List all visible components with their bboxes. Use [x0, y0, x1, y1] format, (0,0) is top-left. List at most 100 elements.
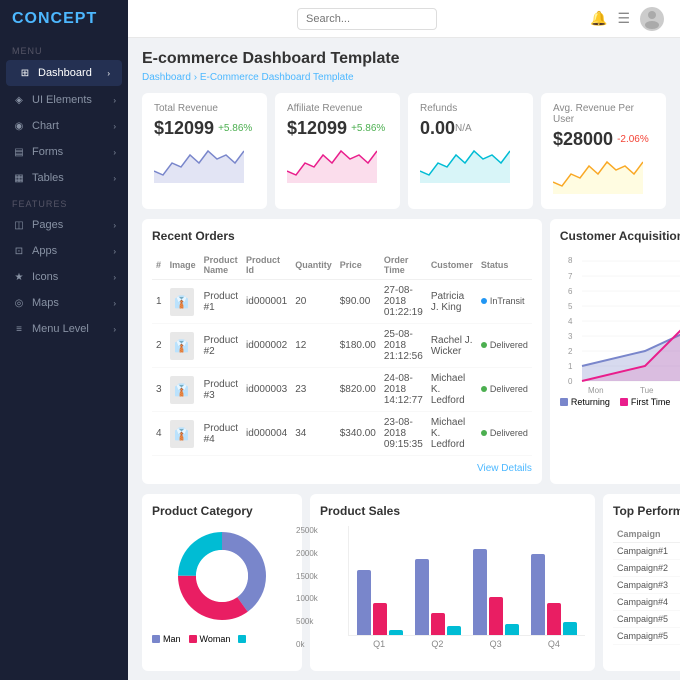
sparkline — [420, 143, 521, 188]
order-price: $180.00 — [336, 324, 380, 368]
table-row: 3 👔 Product #3 id000003 23 $820.00 24-08… — [152, 368, 532, 412]
icons-icon: ★ — [12, 270, 26, 284]
table-row: 2 👔 Product #2 id000002 12 $180.00 25-08… — [152, 324, 532, 368]
stat-header: Affiliate Revenue — [287, 103, 388, 118]
product-img: 👔 — [170, 288, 194, 316]
stat-value-row: $28000 -2.06% — [553, 129, 654, 150]
acquisition-chart: 8 7 6 5 4 3 2 1 0 — [560, 251, 680, 391]
camp-name: Campaign#5 — [613, 611, 680, 628]
legend-dot-returning — [560, 398, 568, 406]
order-time: 25-08-2018 21:12:56 — [380, 324, 427, 368]
col-time: Order Time — [380, 251, 427, 280]
dashboard-icon: ⊞ — [18, 66, 32, 80]
maps-icon: ◎ — [12, 296, 26, 310]
sidebar-item-chart[interactable]: ◉ Chart › — [0, 113, 128, 139]
order-image: 👔 — [166, 412, 200, 456]
grid-icon[interactable]: ☰ — [617, 10, 630, 27]
middle-row: Recent Orders # Image Product Name Produ… — [142, 219, 666, 484]
order-image: 👔 — [166, 280, 200, 324]
legend-kids — [238, 634, 249, 644]
sidebar-item-forms[interactable]: ▤ Forms › — [0, 139, 128, 165]
order-name: Product #2 — [200, 324, 242, 368]
orders-card: Recent Orders # Image Product Name Produ… — [142, 219, 542, 484]
features-section-label: FEATURES — [0, 191, 128, 212]
order-status: InTransit — [477, 280, 532, 324]
status-badge: Delivered — [481, 340, 528, 350]
chevron-icon-7: › — [113, 247, 116, 256]
list-item: Campaign#1 98,789 $4563 — [613, 543, 680, 560]
stat-label: Total Revenue — [154, 103, 218, 114]
stat-value: $12099 — [154, 118, 214, 139]
stat-header: Total Revenue — [154, 103, 255, 118]
bell-icon[interactable]: 🔔 — [590, 10, 607, 27]
product-img: 👔 — [170, 332, 194, 360]
sidebar-item-ui-elements[interactable]: ◈ UI Elements › — [0, 87, 128, 113]
order-status: Delivered — [477, 368, 532, 412]
order-num: 2 — [152, 324, 166, 368]
legend-woman: Woman — [189, 634, 231, 644]
menu-level-icon: ≡ — [12, 322, 26, 336]
order-image: 👔 — [166, 368, 200, 412]
status-badge: Delivered — [481, 428, 528, 438]
campaigns-title: Top Performing Campaigns — [613, 504, 680, 518]
order-image: 👔 — [166, 324, 200, 368]
sparkline — [154, 143, 255, 188]
bottom-row: Product Category Man — [142, 494, 666, 671]
sidebar-item-pages[interactable]: ◫ Pages › — [0, 212, 128, 238]
sidebar-label-icons: Icons — [32, 271, 58, 283]
sidebar-label-dashboard: Dashboard — [38, 67, 92, 79]
view-details-link[interactable]: View Details — [477, 463, 532, 474]
bar-woman — [489, 597, 503, 635]
search-input[interactable] — [297, 8, 437, 30]
chevron-icon-3: › — [113, 122, 116, 131]
sparkline — [553, 154, 654, 199]
bar-kids — [389, 630, 403, 635]
sidebar-item-tables[interactable]: ▦ Tables › — [0, 165, 128, 191]
status-dot — [481, 342, 487, 348]
order-qty: 12 — [291, 324, 336, 368]
order-customer: Michael K. Ledford — [427, 412, 477, 456]
forms-icon: ▤ — [12, 145, 26, 159]
campaign-details-link[interactable]: Details — [613, 649, 680, 661]
bar-group — [473, 549, 519, 635]
order-num: 3 — [152, 368, 166, 412]
sidebar-label-maps: Maps — [32, 297, 59, 309]
order-name: Product #3 — [200, 368, 242, 412]
stat-label: Refunds — [420, 103, 457, 114]
list-item: Campaign#5 10,000 $1000 — [613, 628, 680, 645]
product-img: 👔 — [170, 376, 194, 404]
sidebar-label-chart: Chart — [32, 120, 59, 132]
svg-text:6: 6 — [568, 287, 573, 296]
stat-cards: Total Revenue $12099 +5.86% Affiliate Re… — [142, 93, 666, 209]
order-qty: 20 — [291, 280, 336, 324]
order-customer: Michael K. Ledford — [427, 368, 477, 412]
breadcrumb: Dashboard › E-Commerce Dashboard Templat… — [142, 72, 666, 83]
sidebar-item-icons[interactable]: ★ Icons › — [0, 264, 128, 290]
apps-icon: ⊡ — [12, 244, 26, 258]
sidebar-label-menu-level: Menu Level — [32, 323, 89, 335]
bar-man — [415, 559, 429, 635]
sidebar-item-dashboard[interactable]: ⊞ Dashboard › — [6, 60, 122, 86]
view-details[interactable]: View Details — [152, 462, 532, 474]
bar-man — [357, 570, 371, 635]
product-sales-title: Product Sales — [320, 504, 585, 518]
orders-title: Recent Orders — [152, 229, 532, 243]
sidebar-label-pages: Pages — [32, 219, 63, 231]
header: 🔔 ☰ — [128, 0, 680, 38]
svg-text:8: 8 — [568, 256, 573, 265]
page-title: E-commerce Dashboard Template — [142, 50, 666, 68]
bar-kids — [563, 622, 577, 635]
avatar[interactable] — [640, 7, 664, 31]
sidebar-label-ui-elements: UI Elements — [32, 94, 92, 106]
sidebar-item-apps[interactable]: ⊡ Apps › — [0, 238, 128, 264]
legend-man: Man — [152, 634, 181, 644]
breadcrumb-home[interactable]: Dashboard — [142, 72, 191, 83]
y-axis-labels: 2500k2000k1500k1000k500k0k — [296, 526, 318, 649]
breadcrumb-current: E-Commerce Dashboard Template — [200, 72, 354, 83]
svg-text:0: 0 — [568, 377, 573, 386]
stat-card-1: Affiliate Revenue $12099 +5.86% — [275, 93, 400, 209]
sidebar-item-menu-level[interactable]: ≡ Menu Level › — [0, 316, 128, 342]
sidebar-item-maps[interactable]: ◎ Maps › — [0, 290, 128, 316]
status-dot — [481, 430, 487, 436]
category-legend: Man Woman — [152, 634, 292, 644]
